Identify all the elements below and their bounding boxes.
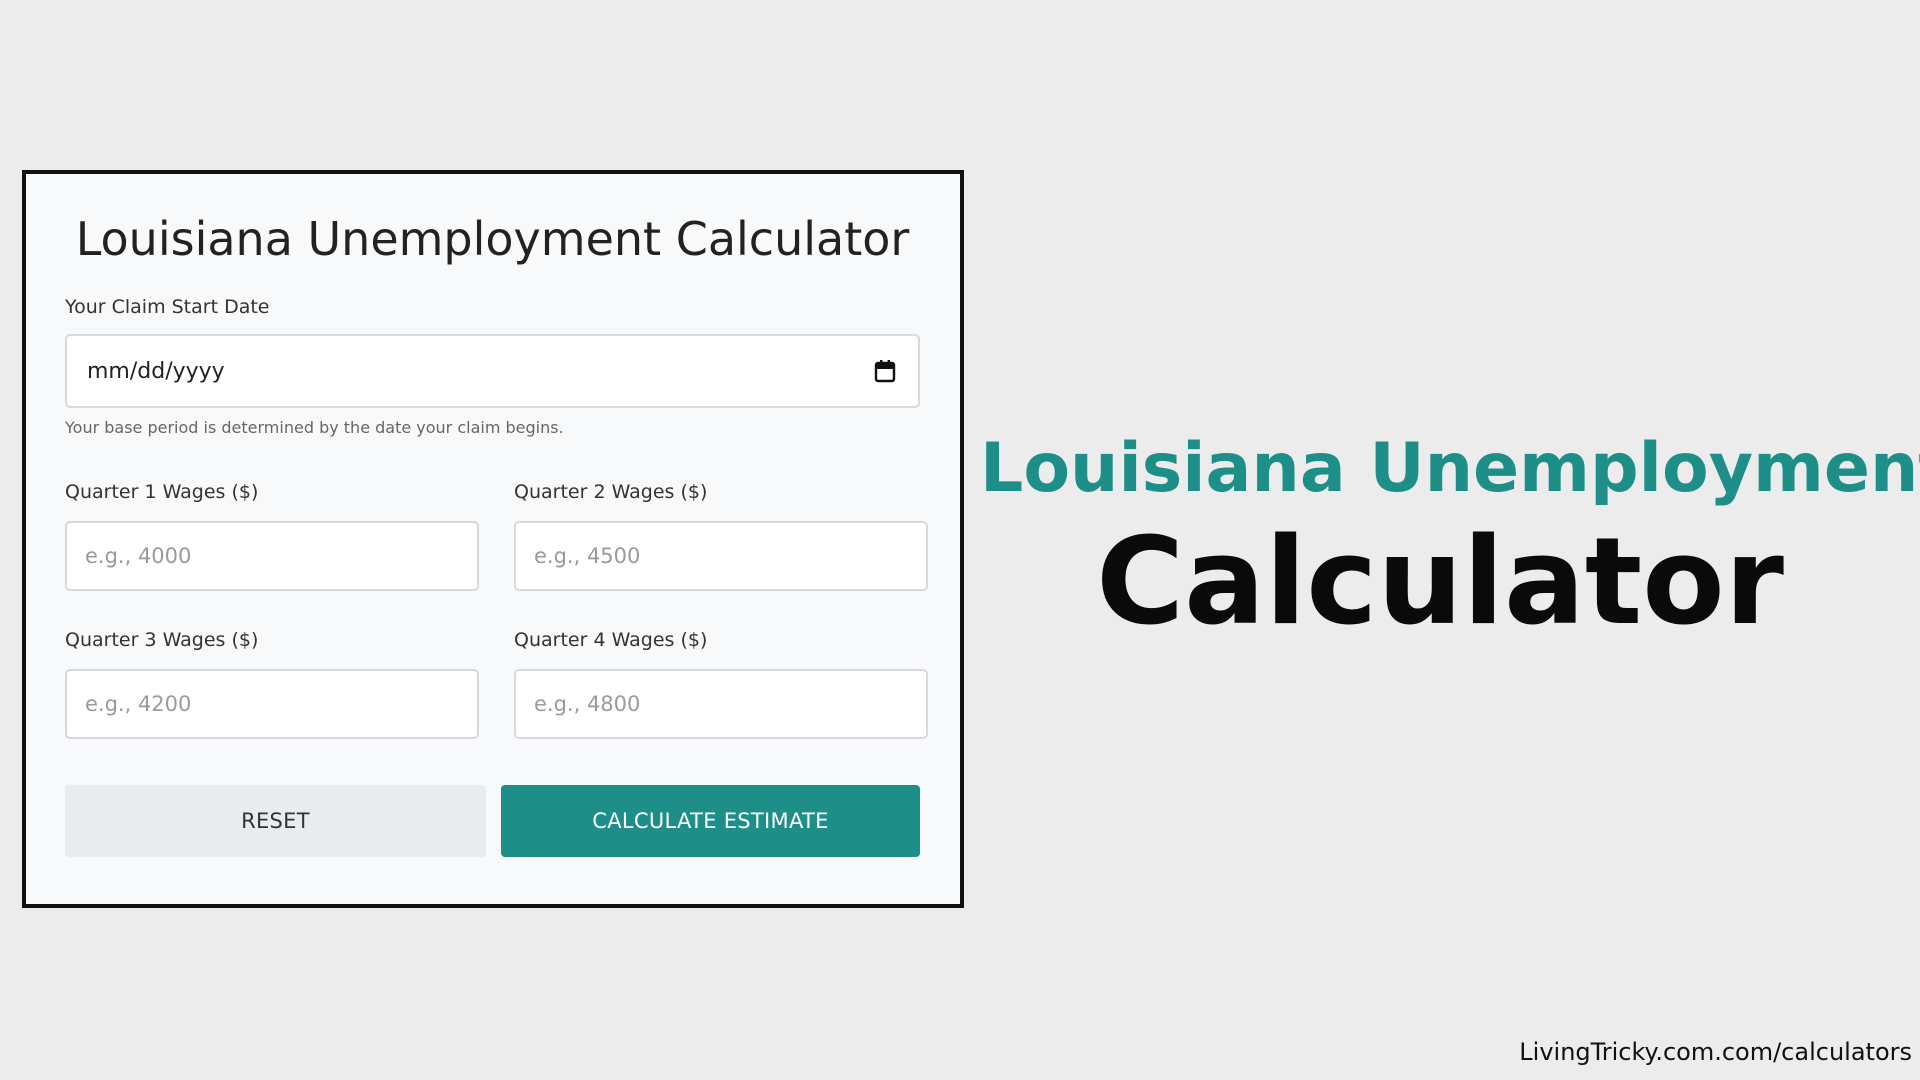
- quarter-4-field: Quarter 4 Wages ($): [514, 627, 928, 739]
- quarter-3-label: Quarter 3 Wages ($): [65, 629, 259, 651]
- reset-button[interactable]: RESET: [65, 785, 486, 857]
- wages-grid: Quarter 1 Wages ($) Quarter 2 Wages ($) …: [65, 479, 928, 739]
- hero-heading: Louisiana Unemployment Calculator: [980, 425, 1920, 653]
- quarter-2-field: Quarter 2 Wages ($): [514, 479, 928, 591]
- hero-title-line-1: Louisiana Unemployment: [980, 429, 1920, 508]
- quarter-1-label: Quarter 1 Wages ($): [65, 481, 259, 503]
- button-row: RESET CALCULATE ESTIMATE: [65, 785, 920, 857]
- quarter-3-wages-input[interactable]: [65, 669, 479, 739]
- hero-title-line-2: Calculator: [1096, 513, 1784, 652]
- quarter-4-label: Quarter 4 Wages ($): [514, 629, 708, 651]
- quarter-1-field: Quarter 1 Wages ($): [65, 479, 479, 591]
- claim-date-helper-text: Your base period is determined by the da…: [65, 418, 564, 437]
- calendar-icon[interactable]: [874, 359, 896, 383]
- quarter-3-field: Quarter 3 Wages ($): [65, 627, 479, 739]
- quarter-2-label: Quarter 2 Wages ($): [514, 481, 708, 503]
- quarter-1-wages-input[interactable]: [65, 521, 479, 591]
- calculator-card: Louisiana Unemployment Calculator Your C…: [22, 170, 964, 908]
- quarter-4-wages-input[interactable]: [514, 669, 928, 739]
- calculator-title: Louisiana Unemployment Calculator: [75, 212, 910, 266]
- calculate-estimate-button[interactable]: CALCULATE ESTIMATE: [501, 785, 920, 857]
- quarter-2-wages-input[interactable]: [514, 521, 928, 591]
- claim-date-input[interactable]: mm/dd/yyyy: [65, 334, 920, 408]
- footer-url: LivingTricky.com.com/calculators: [1519, 1038, 1912, 1066]
- claim-date-label: Your Claim Start Date: [65, 296, 270, 318]
- claim-date-value: mm/dd/yyyy: [87, 358, 225, 384]
